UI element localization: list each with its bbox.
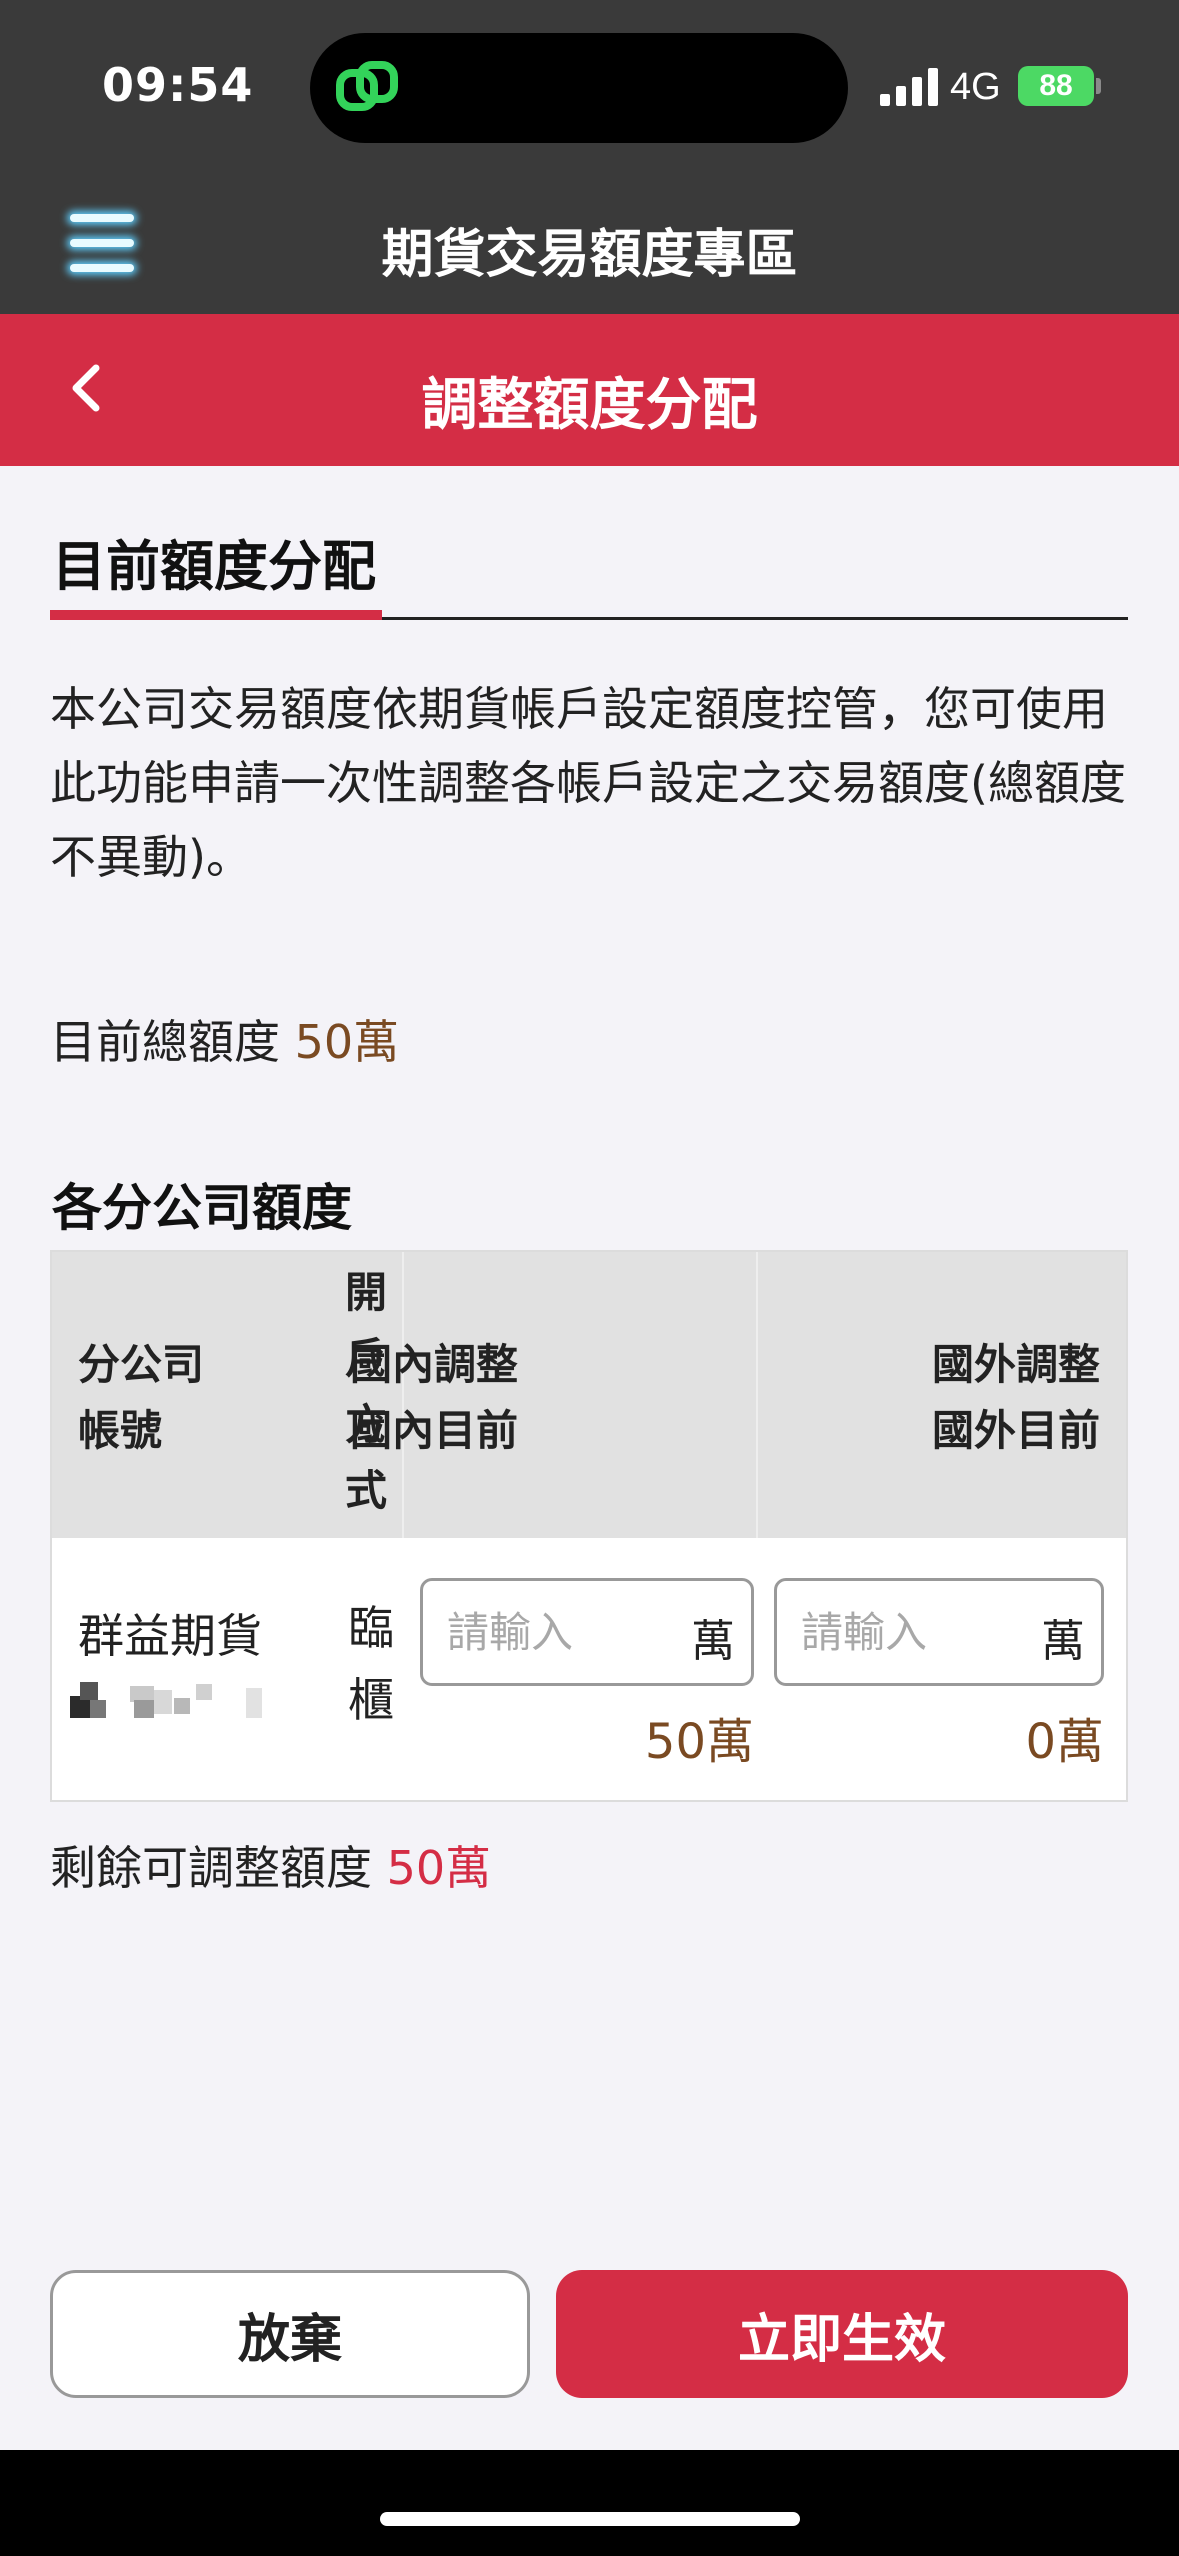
header-foreign-line1: 國外調整 xyxy=(931,1340,1100,1389)
domestic-adjust-input[interactable] xyxy=(445,1599,649,1665)
network-label: 4G xyxy=(950,66,1001,108)
remaining-label: 剩餘可調整額度 xyxy=(50,1841,372,1895)
sub-title: 調整額度分配 xyxy=(421,373,758,438)
table-header: 分公司 帳號 開 戶 方 式 國內調整 國內目前 國外調整 國外目前 xyxy=(52,1252,1126,1538)
page-title: 期貨交易額度專區 xyxy=(381,225,798,285)
header-foreign-line2: 國外目前 xyxy=(931,1406,1100,1455)
domestic-adjust-field[interactable]: 萬 xyxy=(420,1578,754,1686)
row-open-char: 櫃 xyxy=(348,1673,394,1727)
home-indicator[interactable] xyxy=(380,2512,800,2526)
header-domestic-line2: 國內目前 xyxy=(349,1406,518,1455)
dynamic-island xyxy=(310,33,848,143)
remaining-limit: 剩餘可調整額度 50萬 xyxy=(50,1832,491,1898)
battery-tip xyxy=(1096,78,1101,94)
signal-icon xyxy=(880,68,938,106)
row-open-method: 臨 櫃 xyxy=(344,1592,398,1736)
header-branch-line2: 帳號 xyxy=(78,1406,163,1455)
domestic-unit: 萬 xyxy=(691,1616,735,1667)
row-open-char: 臨 xyxy=(348,1601,394,1655)
header-branch: 分公司 帳號 xyxy=(78,1332,204,1464)
masked-account-number xyxy=(70,1682,262,1718)
status-time: 09:54 xyxy=(102,58,254,112)
foreign-adjust-field[interactable]: 萬 xyxy=(774,1578,1104,1686)
branch-limit-table: 分公司 帳號 開 戶 方 式 國內調整 國內目前 國外調整 國外目前 群益期貨 … xyxy=(50,1250,1128,1802)
total-label: 目前總額度 xyxy=(50,1015,280,1069)
confirm-button[interactable]: 立即生效 xyxy=(556,2270,1128,2398)
total-value: 50萬 xyxy=(294,1015,400,1069)
header-domestic-line1: 國內調整 xyxy=(349,1340,518,1389)
link-app-icon xyxy=(336,61,398,111)
description-text: 本公司交易額度依期貨帳戶設定額度控管，您可使用此功能申請一次性調整各帳戶設定之交… xyxy=(50,682,1126,884)
foreign-current-value: 0萬 xyxy=(1025,1714,1104,1770)
header-domestic: 國內調整 國內目前 xyxy=(350,1332,518,1464)
total-limit: 目前總額度 50萬 xyxy=(50,1006,399,1072)
row-branch-name: 群益期貨 xyxy=(78,1609,262,1663)
battery-icon: 88 xyxy=(1018,66,1094,106)
header-branch-line1: 分公司 xyxy=(78,1340,205,1389)
cancel-button[interactable]: 放棄 xyxy=(50,2270,530,2398)
header-open-char: 式 xyxy=(344,1466,387,1515)
foreign-unit: 萬 xyxy=(1041,1616,1085,1667)
header-open-char: 開 xyxy=(344,1268,387,1317)
sub-header: 調整額度分配 xyxy=(0,314,1179,466)
section-title: 目前額度分配 xyxy=(52,535,376,598)
header-foreign: 國外調整 國外目前 xyxy=(932,1332,1100,1464)
app-header: 09:54 4G 88 期貨交易額度專區 xyxy=(0,0,1179,314)
battery-level: 88 xyxy=(1039,69,1073,102)
branch-section-title: 各分公司額度 xyxy=(52,1179,352,1237)
bottom-bar xyxy=(0,2450,1179,2556)
section-divider-accent xyxy=(50,610,382,620)
column-divider xyxy=(756,1252,758,1538)
remaining-value: 50萬 xyxy=(386,1841,492,1895)
domestic-current-value: 50萬 xyxy=(644,1714,754,1770)
foreign-adjust-input[interactable] xyxy=(799,1599,1003,1665)
